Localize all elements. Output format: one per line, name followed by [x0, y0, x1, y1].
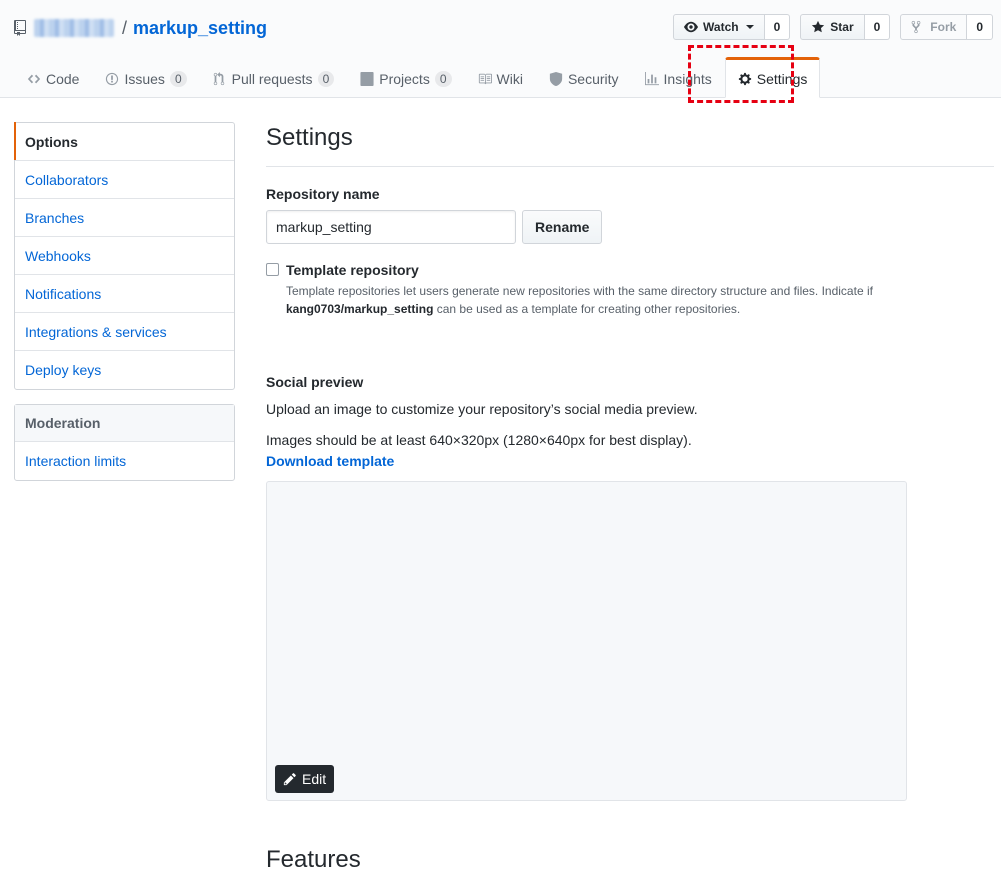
features-heading: Features: [266, 846, 361, 873]
menu-item-branches[interactable]: Branches: [15, 199, 234, 237]
tab-security[interactable]: Security: [536, 57, 632, 98]
pull-requests-counter: 0: [317, 70, 335, 87]
tab-projects-label: Projects: [379, 70, 430, 87]
star-group: Star 0: [800, 14, 891, 40]
pencil-icon: [283, 772, 297, 786]
book-icon: [478, 72, 492, 86]
template-note-text: Template repositories let users generate…: [286, 284, 873, 298]
tab-issues[interactable]: Issues 0: [92, 57, 199, 98]
page-title: Settings: [266, 120, 994, 167]
moderation-menu: Moderation Interaction limits: [14, 404, 235, 481]
star-label: Star: [830, 20, 854, 34]
gear-icon: [738, 72, 752, 86]
repository-name-label: Repository name: [266, 186, 380, 202]
template-repository-checkbox[interactable]: [266, 263, 279, 276]
tab-settings[interactable]: Settings: [724, 57, 821, 98]
star-count[interactable]: 0: [864, 14, 891, 40]
repo-icon: [14, 20, 26, 36]
issues-counter: 0: [169, 70, 187, 87]
issue-opened-icon: [105, 72, 119, 86]
tab-pull-requests-label: Pull requests: [231, 70, 313, 87]
moderation-heading: Moderation: [15, 405, 234, 442]
repo-forked-icon: [911, 20, 925, 34]
repo-header: / markup_setting Watch 0 Star 0 Fork 0 C…: [0, 0, 1001, 98]
rename-button[interactable]: Rename: [522, 210, 603, 244]
social-preview-size-note: Images should be at least 640×320px (128…: [266, 432, 692, 448]
repo-name-link[interactable]: markup_setting: [133, 18, 267, 39]
code-icon: [27, 72, 41, 86]
tab-wiki-label: Wiki: [496, 70, 523, 87]
download-template-link[interactable]: Download template: [266, 453, 394, 469]
star-button[interactable]: Star: [800, 14, 865, 40]
template-repository-label: Template repository: [286, 262, 419, 278]
repo-nav: Code Issues 0 Pull requests 0 Projects 0…: [14, 57, 821, 98]
tab-code[interactable]: Code: [14, 57, 92, 98]
watch-button[interactable]: Watch: [673, 14, 765, 40]
projects-counter: 0: [434, 70, 452, 87]
tab-settings-label: Settings: [756, 70, 808, 87]
tab-insights-label: Insights: [663, 70, 712, 87]
menu-item-webhooks[interactable]: Webhooks: [15, 237, 234, 275]
menu-item-deploy-keys[interactable]: Deploy keys: [15, 351, 234, 389]
tab-insights[interactable]: Insights: [632, 57, 725, 98]
tab-projects[interactable]: Projects 0: [347, 57, 464, 98]
eye-icon: [684, 20, 699, 34]
tab-pull-requests[interactable]: Pull requests 0: [200, 57, 348, 98]
tab-issues-label: Issues: [124, 70, 165, 87]
edit-label: Edit: [302, 771, 327, 787]
social-preview-description: Upload an image to customize your reposi…: [266, 401, 698, 417]
repository-name-input[interactable]: [266, 210, 516, 244]
fork-label: Fork: [930, 20, 957, 34]
git-pull-request-icon: [213, 71, 227, 86]
template-note-text-after: can be used as a template for creating o…: [436, 302, 741, 316]
watch-label: Watch: [703, 20, 739, 34]
template-repository-note: Template repositories let users generate…: [286, 282, 886, 318]
watch-group: Watch 0: [673, 14, 791, 40]
chevron-down-icon: [745, 25, 754, 29]
tab-security-label: Security: [567, 70, 619, 87]
project-icon: [360, 71, 374, 86]
social-preview-image-area: Edit: [266, 481, 907, 801]
pagehead-actions: Watch 0 Star 0 Fork 0: [673, 14, 993, 40]
graph-icon: [644, 71, 659, 86]
fork-group: Fork 0: [900, 14, 993, 40]
repo-owner-link[interactable]: [34, 19, 114, 37]
menu-item-options[interactable]: Options: [14, 122, 234, 161]
fork-count[interactable]: 0: [967, 14, 993, 40]
menu-item-integrations[interactable]: Integrations & services: [15, 313, 234, 351]
fork-button[interactable]: Fork: [900, 14, 968, 40]
social-preview-heading: Social preview: [266, 374, 364, 390]
watch-count[interactable]: 0: [764, 14, 791, 40]
settings-menu: Options Collaborators Branches Webhooks …: [14, 122, 235, 390]
template-note-repo: kang0703/markup_setting: [286, 302, 434, 316]
path-separator: /: [122, 17, 128, 38]
star-icon: [811, 20, 825, 34]
settings-main: Settings Repository name Rename Template…: [266, 120, 994, 873]
tab-wiki[interactable]: Wiki: [465, 57, 536, 98]
edit-button[interactable]: Edit: [275, 765, 335, 793]
tab-code-label: Code: [46, 70, 80, 87]
menu-item-interaction-limits[interactable]: Interaction limits: [15, 442, 234, 480]
menu-item-notifications[interactable]: Notifications: [15, 275, 234, 313]
menu-item-collaborators[interactable]: Collaborators: [15, 161, 234, 199]
repo-title: / markup_setting: [14, 15, 267, 41]
shield-icon: [549, 71, 563, 86]
